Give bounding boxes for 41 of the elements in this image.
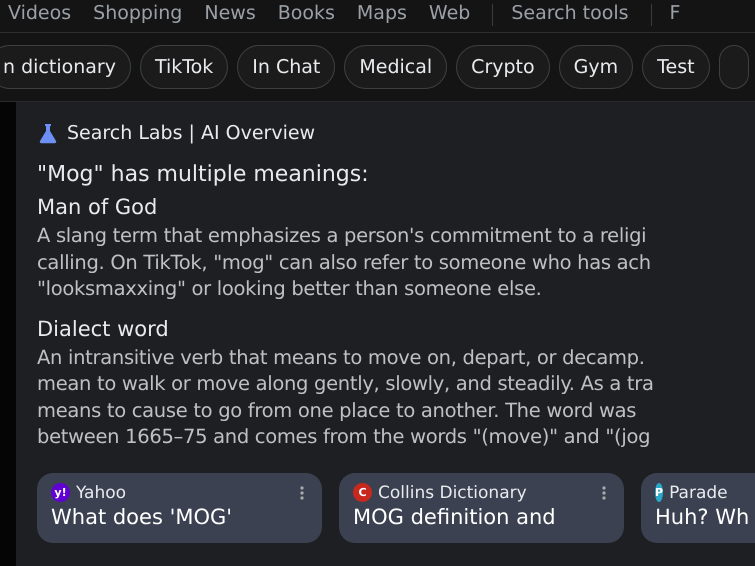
site-name: Parade (669, 482, 728, 502)
flask-icon (37, 122, 59, 144)
source-card[interactable]: P Parade Huh? Wh (641, 472, 755, 542)
meaning-text: mean to walk or move along gently, slowly, and steadily. As a tra (37, 371, 655, 397)
meaning-heading: Dialect word (37, 316, 170, 340)
nav-tab[interactable]: Web (428, 2, 470, 24)
meaning-text: "looksmaxxing" or looking better than someone else. (37, 276, 543, 302)
meaning-text: between 1665–75 and comes from the words "(move)" and "(jog (37, 424, 652, 450)
site-logo-icon: y! (51, 483, 70, 502)
nav-tab[interactable]: News (204, 2, 256, 24)
more-options-icon[interactable] (300, 486, 304, 500)
filter-chip[interactable]: In Chat (237, 45, 336, 89)
meaning-text: An intransitive verb that means to move on, depart, or decamp. (37, 344, 646, 370)
overview-intro: "Mog" has multiple meanings: (37, 162, 370, 187)
meaning-heading: Man of God (37, 195, 158, 219)
nav-tab[interactable]: Maps (356, 2, 407, 24)
filter-chip[interactable]: TikTok (140, 45, 228, 89)
nav-tab[interactable]: Videos (8, 2, 72, 24)
filter-chip[interactable]: Medical (344, 45, 448, 89)
nav-tab[interactable]: F (670, 2, 680, 24)
filter-chip[interactable]: Crypto (456, 45, 550, 89)
overview-header: Search Labs | AI Overview (67, 122, 316, 144)
source-card[interactable]: y! Yahoo What does 'MOG' (37, 472, 322, 542)
site-logo-icon: C (353, 483, 372, 502)
nav-tab[interactable]: Search tools (511, 2, 629, 24)
card-title[interactable]: Huh? Wh (655, 504, 755, 528)
card-title[interactable]: What does 'MOG' (51, 504, 308, 528)
site-name: Collins Dictionary (378, 482, 528, 502)
card-title[interactable]: MOG definition and (353, 504, 610, 528)
nav-tab[interactable]: Books (278, 2, 335, 24)
filter-chip[interactable]: Test (642, 45, 710, 89)
filter-chip[interactable]: Gym (558, 45, 634, 89)
filter-chip[interactable]: n dictionary (0, 45, 131, 89)
source-card[interactable]: C Collins Dictionary MOG definition and (339, 472, 624, 542)
meaning-text: A slang term that emphasizes a person's commitment to a religi (37, 223, 648, 249)
site-name: Yahoo (76, 482, 128, 502)
meaning-text: calling. On TikTok, "mog" can also refer to someone who has ach (37, 250, 652, 276)
more-options-icon[interactable] (602, 486, 606, 500)
nav-tab[interactable]: Shopping (93, 2, 182, 24)
site-logo-icon: P (655, 483, 664, 502)
meaning-text: means to cause to go from one place to another. The word was (37, 398, 638, 424)
